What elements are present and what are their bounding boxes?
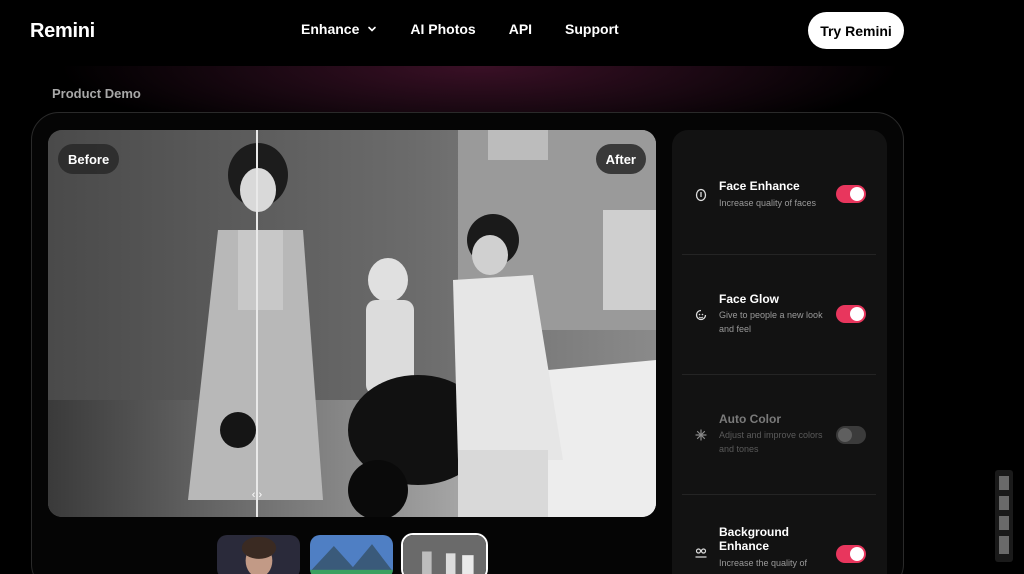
nav-link-support[interactable]: Support <box>565 21 619 37</box>
face-glow-toggle[interactable] <box>836 305 866 323</box>
nav-link-ai-photos[interactable]: AI Photos <box>410 21 475 37</box>
option-title: Face Glow <box>719 292 780 306</box>
demo-photo <box>48 130 656 517</box>
top-nav: Remini Enhance AI Photos API Support Try… <box>0 0 1024 66</box>
option-auto-color: Auto Color Adjust and improve colors and… <box>682 410 876 460</box>
background-enhance-toggle[interactable] <box>836 545 866 563</box>
thumbnail-portrait-image <box>217 535 300 574</box>
option-face-glow: Face Glow Give to people a new look and … <box>682 290 876 340</box>
divider <box>682 374 876 375</box>
auto-color-toggle[interactable] <box>836 426 866 444</box>
comparison-divider[interactable] <box>256 130 258 517</box>
option-title: Background Enhance <box>719 525 790 553</box>
sample-thumbnails <box>215 533 494 574</box>
thumbnail-landscape[interactable] <box>308 533 395 574</box>
nav-links: Enhance AI Photos API Support <box>301 21 619 37</box>
thumbnail-landscape-image <box>310 535 393 574</box>
option-description: Give to people a new look and feel <box>719 310 823 334</box>
after-label: After <box>595 144 646 174</box>
thumbnail-vintage-image <box>403 535 486 574</box>
face-enhance-icon <box>695 188 707 202</box>
option-description: Increase quality of faces <box>719 198 817 208</box>
thumbnail-vintage-family[interactable] <box>401 533 488 574</box>
watermark-logo <box>995 470 1013 562</box>
enhance-options-panel: Face Enhance Increase quality of faces F… <box>672 130 887 574</box>
option-description: Increase the quality of <box>719 558 808 568</box>
before-label: Before <box>58 144 120 174</box>
toggle-knob <box>850 187 864 201</box>
divider <box>682 494 876 495</box>
face-enhance-toggle[interactable] <box>836 185 866 203</box>
nav-link-label: Enhance <box>301 21 360 37</box>
logo[interactable]: Remini <box>30 20 95 43</box>
sparkle-icon <box>695 429 707 441</box>
option-description: Adjust and improve colors and tones <box>719 430 823 454</box>
toggle-knob <box>850 547 864 561</box>
option-face-enhance: Face Enhance Increase quality of faces <box>682 174 876 214</box>
nav-link-enhance[interactable]: Enhance <box>301 21 377 37</box>
toggle-knob <box>850 307 864 321</box>
face-glow-icon <box>695 309 707 321</box>
option-title: Auto Color <box>719 412 781 426</box>
toggle-knob <box>838 428 852 442</box>
option-background-enhance: Background Enhance Increase the quality … <box>682 524 876 574</box>
thumbnail-portrait[interactable] <box>215 533 302 574</box>
nav-link-api[interactable]: API <box>509 21 532 37</box>
try-remini-button[interactable]: Try Remini <box>808 12 904 49</box>
background-icon <box>695 548 707 558</box>
section-label: Product Demo <box>52 86 141 101</box>
before-after-comparison[interactable]: ‹ › Before After <box>48 130 656 517</box>
drag-handle-icon[interactable]: ‹ › <box>244 488 270 502</box>
divider <box>682 254 876 255</box>
option-title: Face Enhance <box>719 179 800 193</box>
chevron-down-icon <box>368 26 377 32</box>
